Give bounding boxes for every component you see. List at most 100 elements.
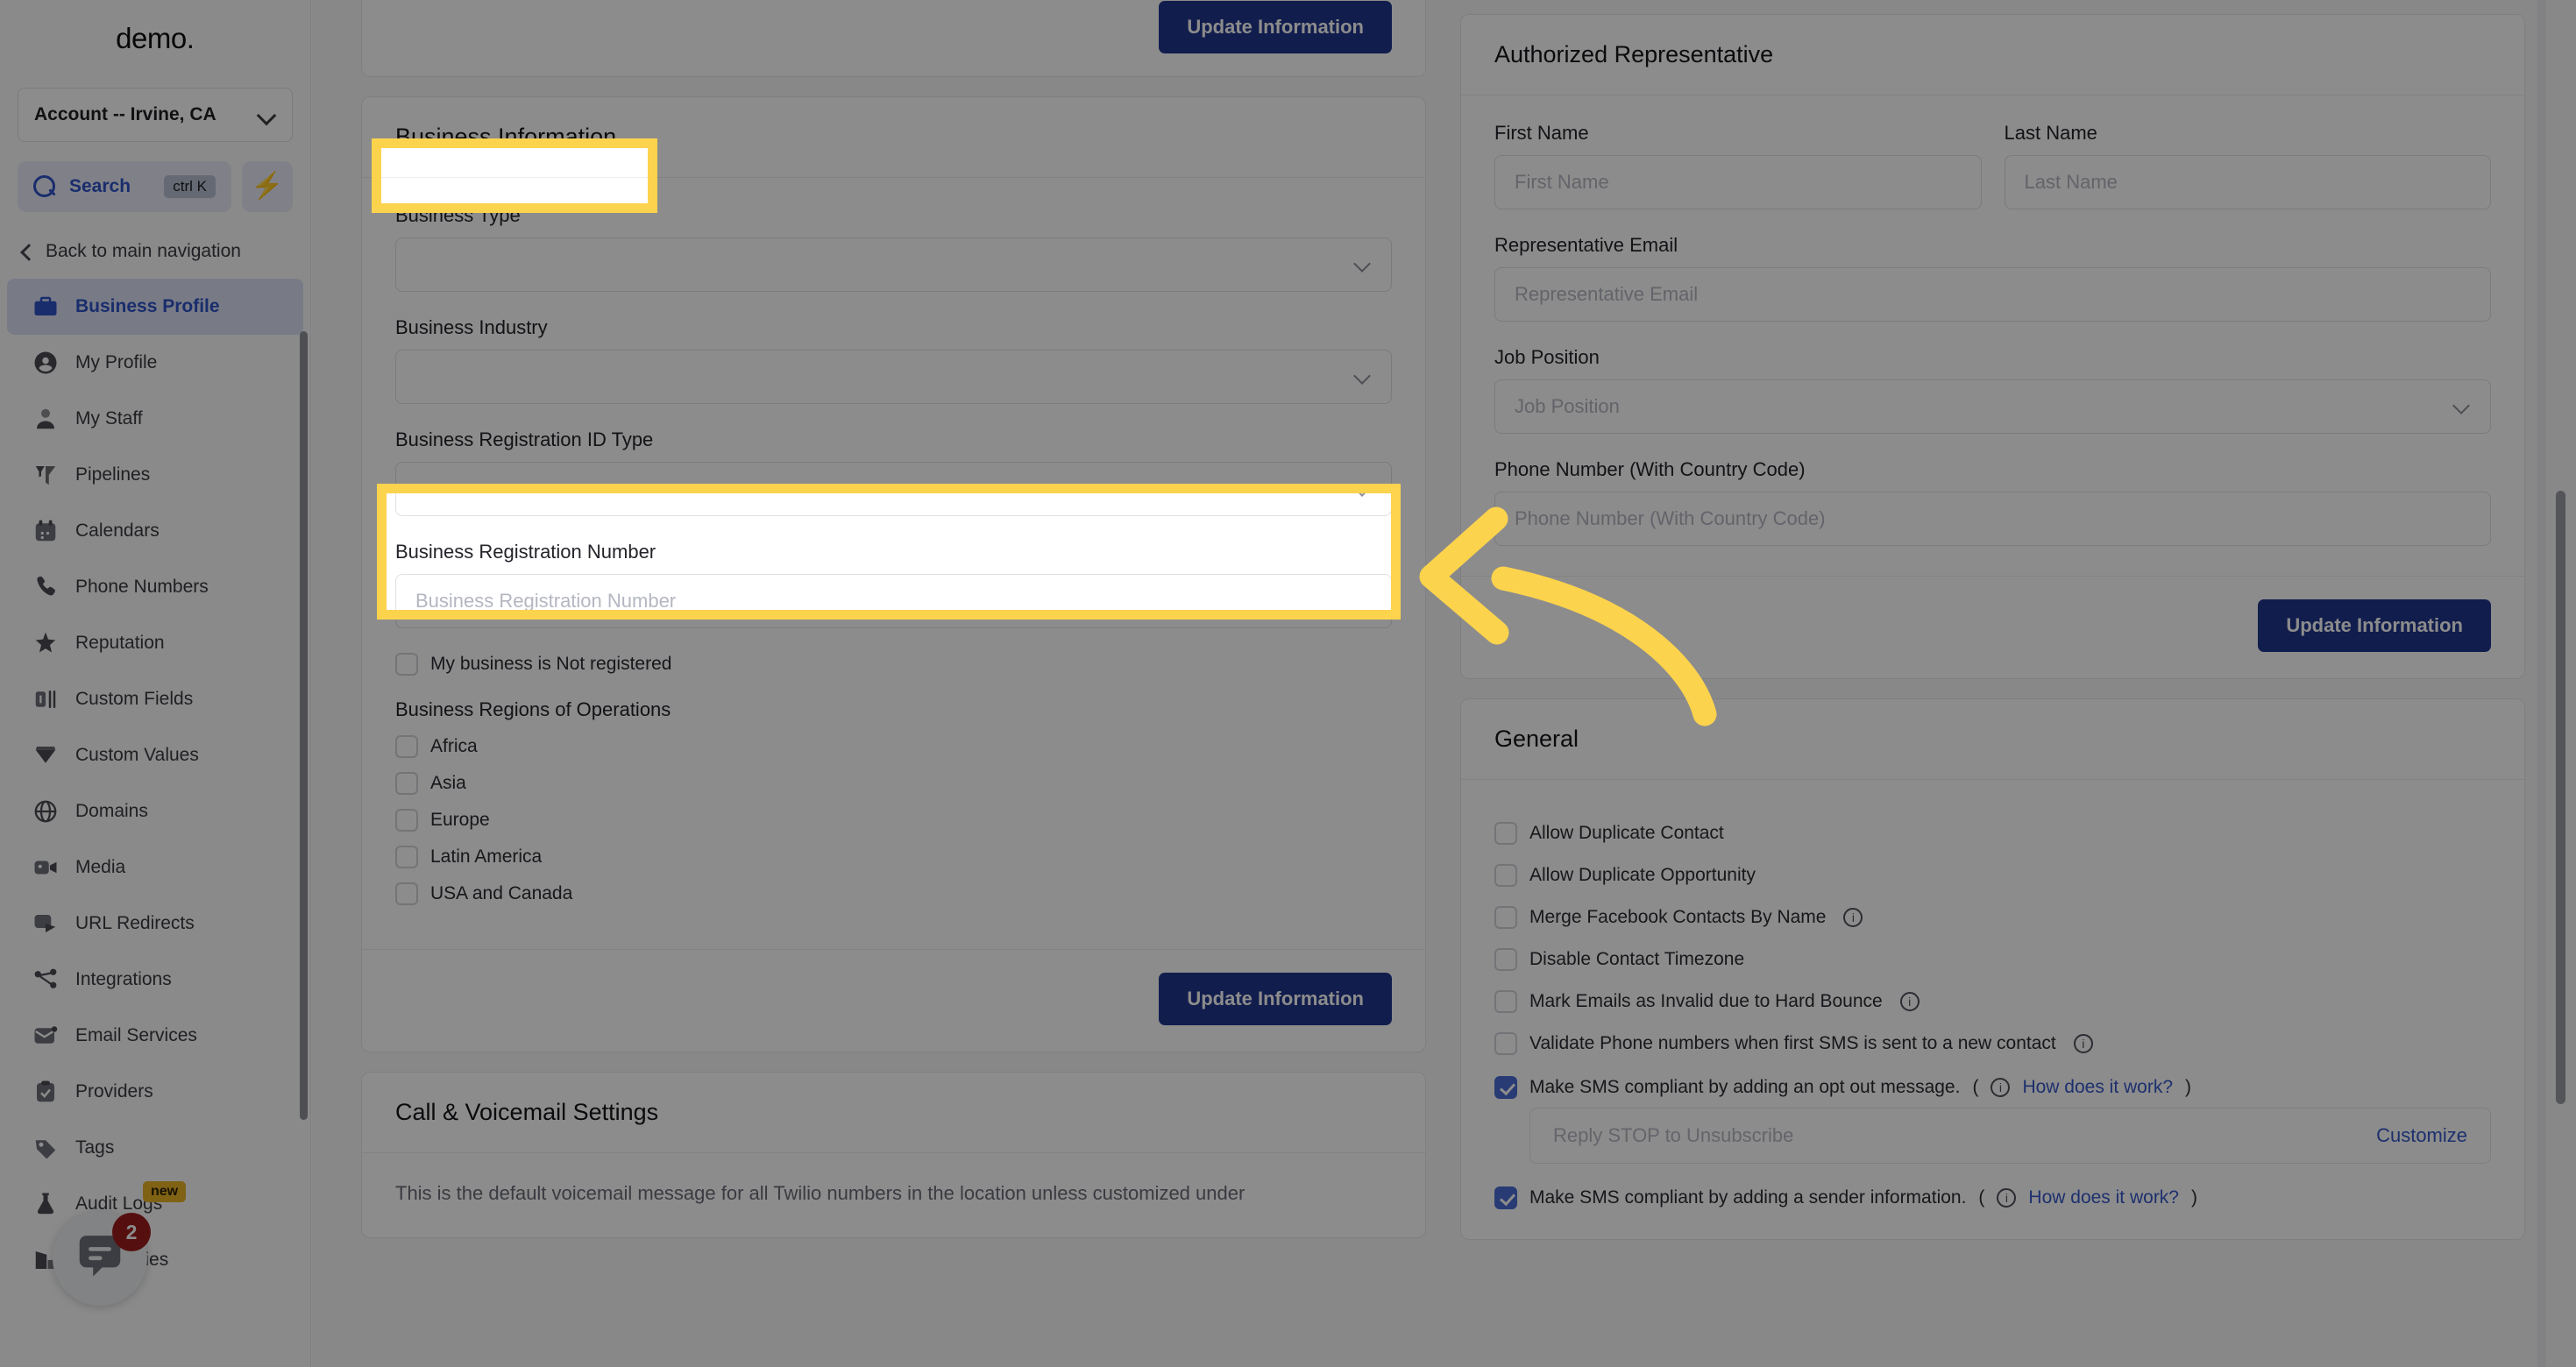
sms-sender-checkbox[interactable] [1494, 1186, 1517, 1209]
chevron-down-icon [1354, 368, 1372, 386]
region-checkbox-row[interactable]: Latin America [395, 846, 1392, 868]
business-type-label: Business Type [395, 204, 521, 226]
sms-optout-row[interactable]: Make SMS compliant by adding an opt out … [1494, 1076, 2491, 1099]
info-icon[interactable]: i [1991, 1078, 2011, 1097]
sidebar-item-business-profile[interactable]: Business Profile [7, 279, 303, 335]
region-checkbox-europe[interactable] [395, 809, 418, 832]
sidebar-item-label: Tags [75, 1137, 115, 1158]
sidebar-item-audit-logs[interactable]: Audit Logs new [7, 1176, 303, 1232]
general-option-row[interactable]: Disable Contact Timezone [1494, 948, 2491, 971]
business-industry-field: Business Industry [395, 316, 1392, 404]
not-registered-checkbox-row[interactable]: My business is Not registered [395, 653, 1392, 676]
info-icon[interactable]: i [1843, 908, 1863, 927]
how-does-it-work-link[interactable]: How does it work? [2028, 1187, 2179, 1208]
sidebar-item-calendars[interactable]: Calendars [7, 503, 303, 559]
region-checkbox-row[interactable]: Asia [395, 772, 1392, 795]
not-registered-label: My business is Not registered [430, 654, 672, 674]
quick-action-button[interactable]: ⚡ [242, 161, 293, 212]
allow-duplicate-opportunity-checkbox[interactable] [1494, 864, 1517, 887]
not-registered-checkbox[interactable] [395, 653, 418, 676]
chat-widget-button[interactable]: 2 [53, 1211, 151, 1306]
region-checkbox-usa-canada[interactable] [395, 882, 418, 905]
info-icon[interactable]: i [1899, 992, 1920, 1011]
sidebar-item-integrations[interactable]: Integrations [7, 952, 303, 1008]
region-checkbox-asia[interactable] [395, 772, 418, 795]
sidebar-item-custom-fields[interactable]: Custom Fields [7, 671, 303, 727]
call-voicemail-note: This is the default voicemail message fo… [395, 1182, 1245, 1204]
mark-emails-invalid-checkbox[interactable] [1494, 990, 1517, 1013]
sidebar-item-my-staff[interactable]: My Staff [7, 391, 303, 447]
merge-facebook-contacts-checkbox[interactable] [1494, 906, 1517, 929]
allow-duplicate-contact-checkbox[interactable] [1494, 822, 1517, 845]
business-registration-number-field: Business Registration Number Business Re… [395, 541, 1392, 628]
main-scrollbar-thumb[interactable] [2556, 491, 2565, 1104]
top-partial-card: Update Information [361, 0, 1426, 77]
representative-email-placeholder: Representative Email [1515, 283, 1699, 305]
general-option-row[interactable]: Validate Phone numbers when first SMS is… [1494, 1032, 2491, 1055]
business-information-update-button[interactable]: Update Information [1159, 973, 1392, 1025]
sidebar-item-label: Custom Fields [75, 689, 194, 709]
business-registration-number-input[interactable]: Business Registration Number [395, 574, 1392, 628]
sidebar-item-label: Email Services [75, 1025, 197, 1045]
authorized-representative-update-button[interactable]: Update Information [2258, 599, 2491, 652]
sidebar-item-reputation[interactable]: Reputation [7, 615, 303, 671]
region-checkbox-latin-america[interactable] [395, 846, 418, 868]
sidebar-item-media[interactable]: Media [7, 839, 303, 896]
sms-sender-row[interactable]: Make SMS compliant by adding a sender in… [1494, 1186, 2491, 1209]
sidebar-item-companies[interactable]: Companies [7, 1232, 303, 1288]
validate-phone-numbers-checkbox[interactable] [1494, 1032, 1517, 1055]
business-registration-id-type-select[interactable] [395, 462, 1392, 516]
how-does-it-work-link[interactable]: How does it work? [2022, 1077, 2173, 1098]
disable-contact-timezone-checkbox[interactable] [1494, 948, 1517, 971]
sidebar-item-tags[interactable]: Tags [7, 1120, 303, 1176]
top-update-information-button[interactable]: Update Information [1159, 1, 1392, 53]
last-name-input[interactable]: Last Name [2004, 155, 2491, 209]
phone-number-input[interactable]: Phone Number (With Country Code) [1494, 492, 2491, 546]
sidebar-item-my-profile[interactable]: My Profile [7, 335, 303, 391]
region-checkbox-row[interactable]: Africa [395, 735, 1392, 758]
sidebar-item-domains[interactable]: Domains [7, 783, 303, 839]
info-icon[interactable]: i [1997, 1188, 2017, 1208]
first-name-input[interactable]: First Name [1494, 155, 1982, 209]
general-option-row[interactable]: Allow Duplicate Contact [1494, 822, 2491, 845]
beaker-icon [32, 1190, 60, 1218]
call-voicemail-card: Call & Voicemail Settings This is the de… [361, 1072, 1426, 1238]
sidebar-item-email-services[interactable]: Email Services [7, 1008, 303, 1064]
representative-email-label: Representative Email [1494, 234, 1678, 256]
general-title: General [1494, 726, 1579, 752]
general-option-row[interactable]: Allow Duplicate Opportunity [1494, 864, 2491, 887]
sidebar-item-label: Reputation [75, 633, 165, 653]
sidebar-item-custom-values[interactable]: Custom Values [7, 727, 303, 783]
search-input[interactable]: Search ctrl K [18, 161, 231, 212]
business-type-select[interactable] [395, 237, 1392, 292]
general-option-row[interactable]: Mark Emails as Invalid due to Hard Bounc… [1494, 990, 2491, 1013]
customize-link[interactable]: Customize [2376, 1124, 2467, 1147]
first-name-field: First Name First Name [1494, 122, 1982, 209]
last-name-placeholder: Last Name [2024, 171, 2118, 193]
region-checkbox-row[interactable]: USA and Canada [395, 882, 1392, 905]
info-icon[interactable]: i [2073, 1034, 2093, 1053]
general-option-label: Merge Facebook Contacts By Name [1529, 907, 1827, 927]
sidebar-item-phone-numbers[interactable]: Phone Numbers [7, 559, 303, 615]
right-column: Authorized Representative First Name Fir… [1460, 0, 2525, 1259]
sidebar-item-url-redirects[interactable]: URL Redirects [7, 896, 303, 952]
sidebar-item-pipelines[interactable]: Pipelines [7, 447, 303, 503]
back-to-main-navigation[interactable]: Back to main navigation [0, 231, 310, 272]
region-checkbox-row[interactable]: Europe [395, 809, 1392, 832]
phone-icon [32, 573, 60, 601]
sms-optout-checkbox[interactable] [1494, 1076, 1517, 1099]
call-voicemail-body: This is the default voicemail message fo… [362, 1153, 1425, 1237]
sidebar-scrollbar[interactable] [300, 331, 308, 1120]
account-selector[interactable]: Account -- Irvine, CA [18, 88, 293, 142]
representative-email-input[interactable]: Representative Email [1494, 267, 2491, 322]
general-option-row[interactable]: Merge Facebook Contacts By Name i [1494, 906, 2491, 929]
job-position-select[interactable]: Job Position [1494, 379, 2491, 434]
business-industry-select[interactable] [395, 350, 1392, 404]
general-option-label: Disable Contact Timezone [1529, 949, 1745, 969]
business-registration-id-type-field: Business Registration ID Type [395, 429, 1392, 516]
region-checkbox-africa[interactable] [395, 735, 418, 758]
briefcase-icon [32, 293, 60, 321]
left-column: Update Information Business Information … [361, 0, 1426, 1257]
sidebar-item-providers[interactable]: Providers [7, 1064, 303, 1120]
sms-optout-message-input[interactable]: Reply STOP to Unsubscribe Customize [1529, 1108, 2491, 1164]
